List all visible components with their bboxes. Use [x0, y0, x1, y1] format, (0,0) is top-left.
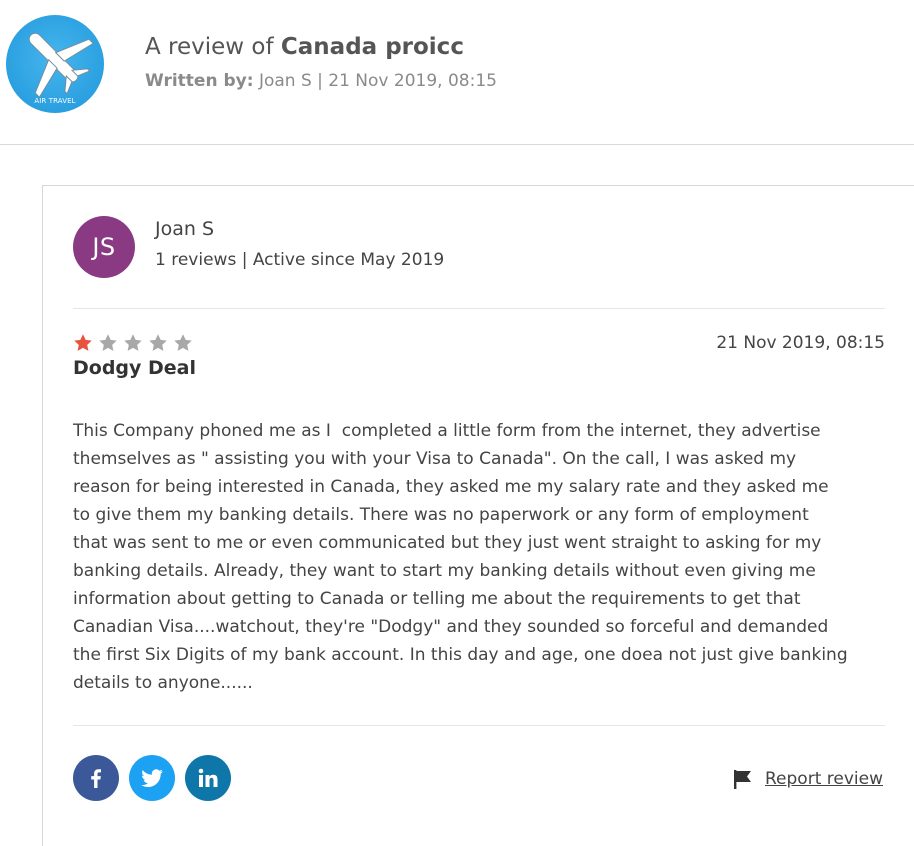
review-body-line: details to anyone......: [73, 673, 253, 693]
review-title: Dodgy Deal: [73, 357, 197, 379]
star-icon: [99, 334, 117, 351]
star-icon: [174, 334, 192, 351]
written-by-label: Written by:: [145, 71, 254, 91]
linkedin-icon: [198, 768, 218, 787]
review-body-line: reason for being interested in Canada, t…: [73, 477, 829, 497]
byline: Written by: Joan S | 21 Nov 2019, 08:15: [145, 71, 497, 91]
reviewer-meta: 1 reviews | Active since May 2019: [155, 250, 445, 270]
review-date: 21 Nov 2019, 08:15: [716, 333, 885, 353]
star-icon: [74, 334, 92, 351]
facebook-share-button[interactable]: [73, 755, 119, 801]
share-buttons: [73, 755, 231, 801]
linkedin-share-button[interactable]: [185, 755, 231, 801]
review-body-line: themselves as " assisting you with your …: [73, 449, 797, 469]
divider: [73, 725, 885, 726]
review-body: This Company phoned me as I completed a …: [73, 417, 848, 697]
facebook-icon: [91, 769, 101, 788]
logo-text: AIR TRAVEL: [34, 97, 76, 105]
title-prefix: A review of: [145, 34, 274, 60]
star-icon: [124, 334, 142, 351]
star-rating: [72, 332, 194, 354]
review-body-line: banking details. Already, they want to s…: [73, 561, 816, 581]
page-title: A review of Canada proicc: [145, 34, 464, 60]
review-body-line: Canadian Visa....watchout, they're "Dodg…: [73, 617, 829, 637]
air-travel-logo: AIR TRAVEL: [6, 15, 104, 113]
review-body-line: that was sent to me or even communicated…: [73, 533, 822, 553]
twitter-icon: [141, 769, 163, 787]
review-body-line: to give them my banking details. There w…: [73, 505, 809, 525]
divider: [73, 308, 885, 309]
avatar: JS: [73, 216, 135, 278]
company-name[interactable]: Canada proicc: [281, 34, 464, 60]
page-header: AIR TRAVEL A review of Canada proicc Wri…: [0, 0, 914, 145]
star-icon: [149, 334, 167, 351]
reviewer-name: Joan S: [155, 218, 215, 240]
twitter-share-button[interactable]: [129, 755, 175, 801]
report-review-label[interactable]: Report review: [765, 769, 883, 789]
written-by-value: Joan S | 21 Nov 2019, 08:15: [258, 71, 497, 91]
review-body-line: This Company phoned me as I completed a …: [73, 421, 821, 441]
review-body-line: information about getting to Canada or t…: [73, 589, 801, 609]
report-review-link[interactable]: Report review: [732, 768, 883, 790]
flag-icon: [734, 770, 751, 789]
review-body-line: the first Six Digits of my bank account.…: [73, 645, 848, 665]
